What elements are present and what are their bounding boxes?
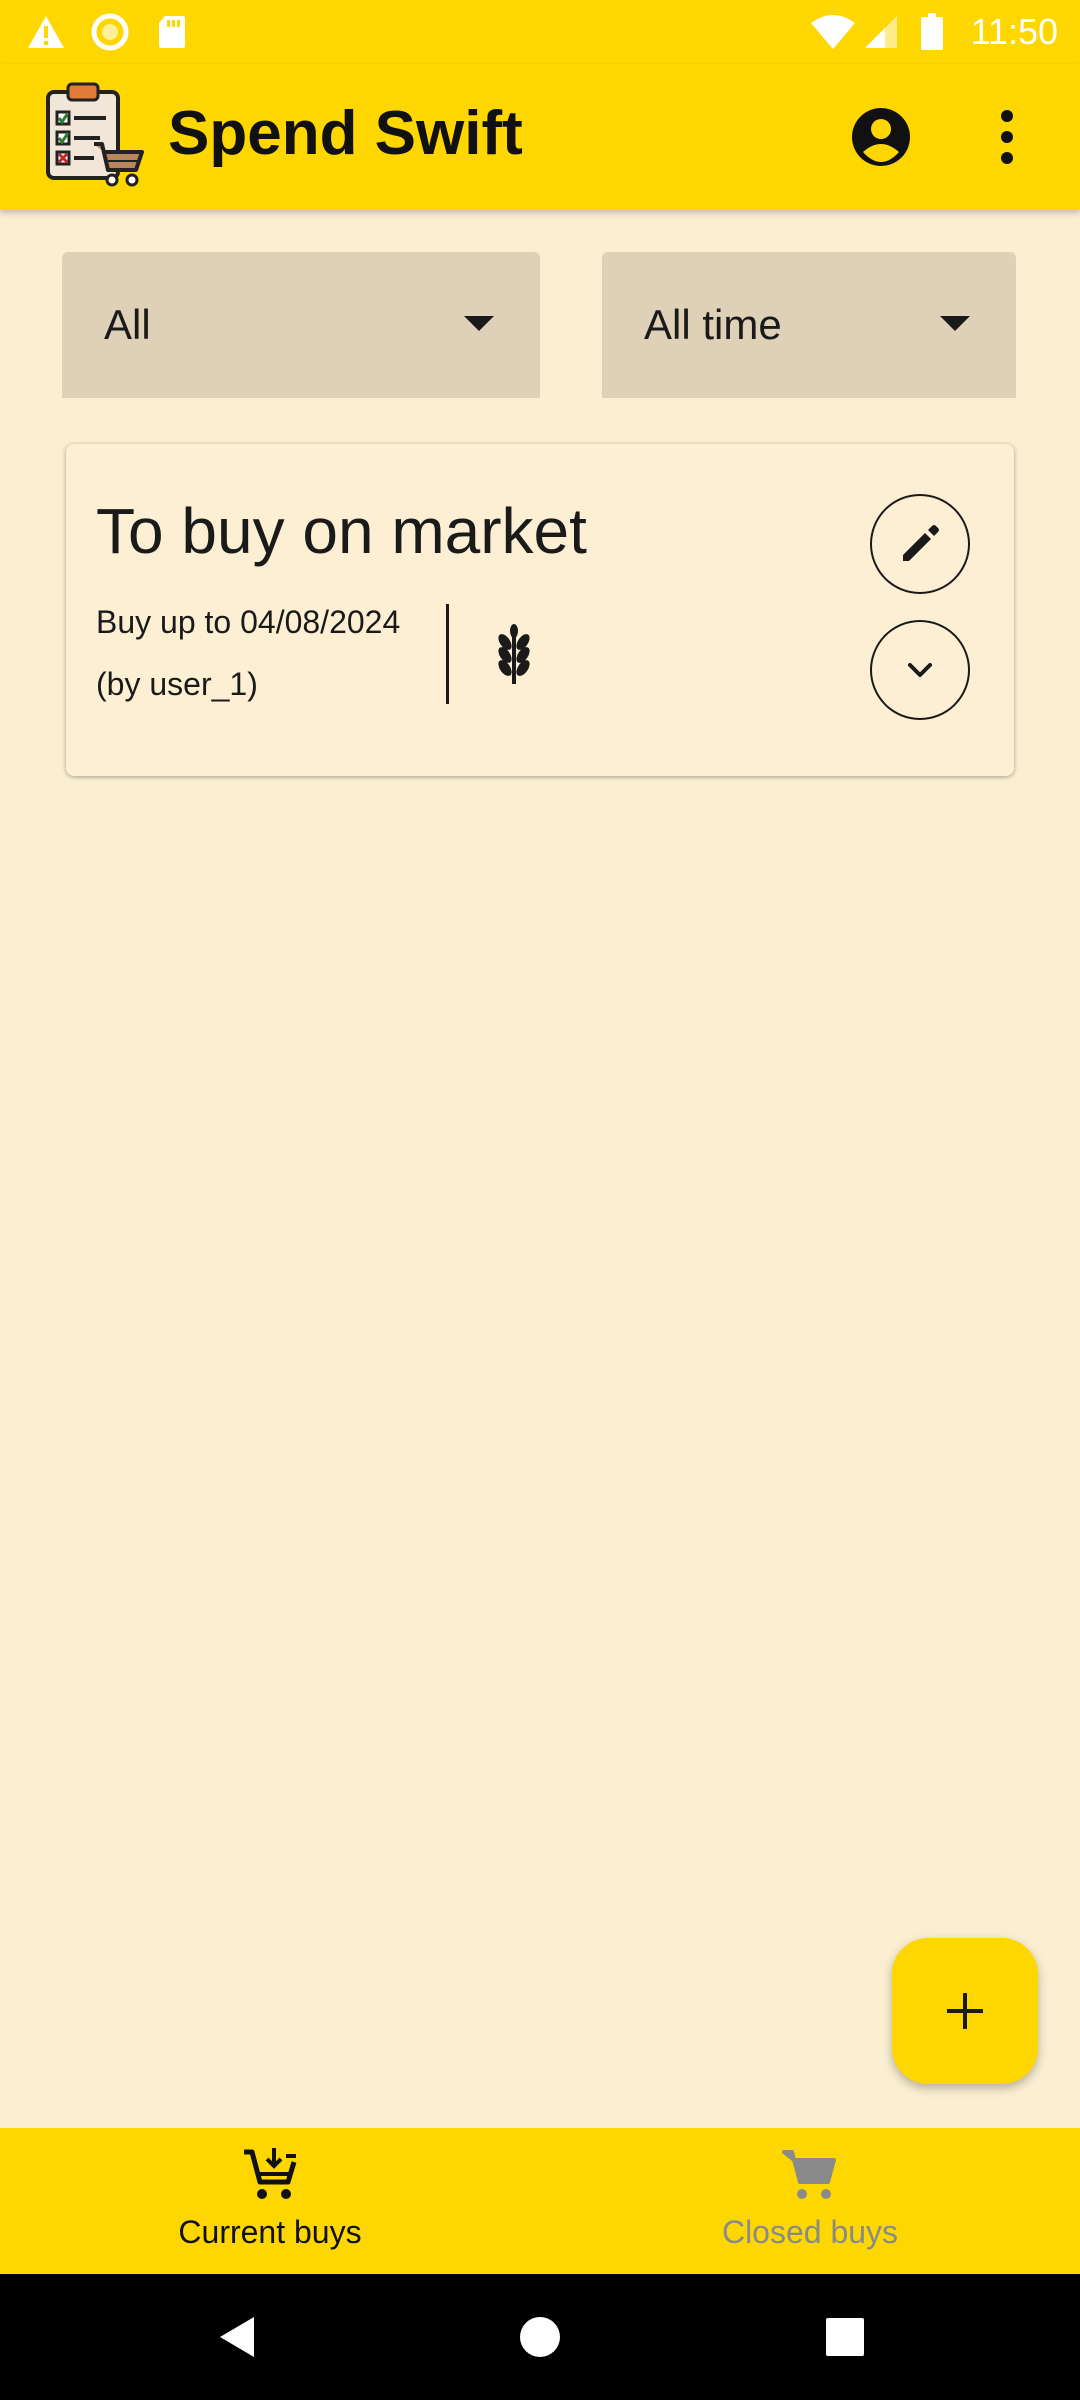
category-filter-value: All bbox=[104, 301, 151, 348]
cellular-signal-icon bbox=[862, 10, 900, 54]
edit-button[interactable] bbox=[870, 494, 970, 594]
add-buy-list-fab[interactable] bbox=[892, 1938, 1038, 2084]
expand-button[interactable] bbox=[870, 620, 970, 720]
shopping-cart-icon bbox=[780, 2146, 840, 2202]
bottom-navigation: Current buys Closed buys bbox=[0, 2128, 1080, 2274]
app-title: Spend Swift bbox=[168, 99, 523, 168]
period-filter-dropdown[interactable]: All time bbox=[602, 252, 1016, 398]
dropdown-arrow-icon bbox=[464, 316, 494, 331]
chevron-down-icon bbox=[908, 663, 932, 677]
system-navigation-bar bbox=[0, 2274, 1080, 2400]
dropdown-arrow-icon bbox=[940, 316, 970, 331]
wheat-icon bbox=[486, 624, 542, 686]
buy-list-title: To buy on market bbox=[96, 495, 587, 567]
nav-current-buys-label: Current buys bbox=[178, 2214, 362, 2250]
period-filter-value: All time bbox=[644, 301, 782, 348]
battery-icon bbox=[918, 10, 946, 54]
account-circle-icon[interactable] bbox=[850, 106, 912, 168]
buy-list-author: (by user_1) bbox=[96, 666, 258, 702]
pencil-icon bbox=[903, 525, 939, 561]
plus-icon bbox=[947, 1993, 983, 2029]
home-icon[interactable] bbox=[515, 2312, 565, 2362]
category-filter-dropdown[interactable]: All bbox=[62, 252, 540, 398]
nav-closed-buys[interactable]: Closed buys bbox=[540, 2128, 1080, 2274]
buy-list-card[interactable]: To buy on market Buy up to 04/08/2024 (b… bbox=[66, 444, 1014, 776]
more-vert-icon[interactable] bbox=[982, 104, 1032, 170]
nav-current-buys[interactable]: Current buys bbox=[0, 2128, 540, 2274]
buy-list-date: Buy up to 04/08/2024 bbox=[96, 604, 401, 640]
card-divider bbox=[446, 604, 449, 704]
sync-icon bbox=[88, 10, 132, 54]
back-icon[interactable] bbox=[212, 2312, 262, 2362]
app-bar: Spend Swift bbox=[0, 64, 1080, 210]
sd-card-icon bbox=[154, 10, 190, 54]
add-shopping-cart-icon bbox=[240, 2146, 300, 2202]
recents-icon[interactable] bbox=[820, 2312, 870, 2362]
wifi-icon bbox=[808, 10, 858, 54]
warning-icon bbox=[24, 10, 68, 54]
screen: 11:50 Spend Swift All All time To buy on… bbox=[0, 0, 1080, 2400]
status-bar: 11:50 bbox=[0, 0, 1080, 64]
clipboard-cart-logo bbox=[44, 82, 144, 188]
nav-closed-buys-label: Closed buys bbox=[721, 2214, 899, 2250]
status-time: 11:50 bbox=[970, 11, 1058, 52]
